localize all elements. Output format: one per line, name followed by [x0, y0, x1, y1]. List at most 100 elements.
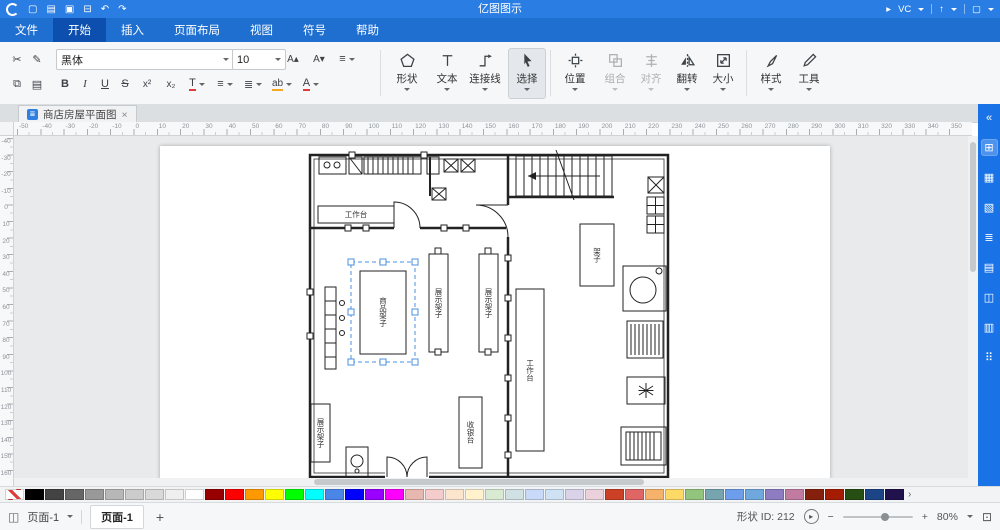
- tools-button[interactable]: 工具: [790, 48, 828, 99]
- palette-scroll-arrow[interactable]: ›: [908, 489, 911, 500]
- color-swatch[interactable]: [745, 489, 764, 500]
- chevron-down-icon[interactable]: [67, 515, 73, 518]
- menu-insert[interactable]: 插入: [106, 18, 159, 42]
- color-swatch[interactable]: [245, 489, 264, 500]
- image-panel-icon[interactable]: ▧: [981, 199, 998, 216]
- paste-icon[interactable]: ⧉: [8, 75, 26, 93]
- superscript-button[interactable]: x²: [138, 75, 156, 93]
- share-icon[interactable]: ▸: [886, 4, 891, 15]
- group-button[interactable]: 组合: [596, 48, 634, 99]
- sink-unit[interactable]: [319, 157, 346, 174]
- color-swatch[interactable]: [725, 489, 744, 500]
- zoom-level[interactable]: 80%: [937, 511, 958, 523]
- color-swatch[interactable]: [865, 489, 884, 500]
- color-swatch[interactable]: [505, 489, 524, 500]
- color-swatch[interactable]: [825, 489, 844, 500]
- color-swatch[interactable]: [525, 489, 544, 500]
- document-tab[interactable]: ≣ 商店房屋平面图 ×: [18, 105, 137, 123]
- underline-button[interactable]: U: [96, 75, 114, 93]
- zoom-slider-knob[interactable]: [881, 513, 889, 521]
- chevron-down-icon[interactable]: [918, 8, 924, 11]
- radiator[interactable]: [627, 321, 663, 358]
- color-swatch[interactable]: [585, 489, 604, 500]
- color-swatch[interactable]: [125, 489, 144, 500]
- color-swatch[interactable]: [425, 489, 444, 500]
- shapes-panel-icon[interactable]: ▦: [981, 169, 998, 186]
- chart-panel-icon[interactable]: ▥: [981, 319, 998, 336]
- color-swatch[interactable]: [765, 489, 784, 500]
- color-swatch[interactable]: [845, 489, 864, 500]
- zoom-slider[interactable]: [843, 516, 913, 518]
- font-size-select[interactable]: 10: [232, 49, 286, 70]
- upgrade-icon[interactable]: ↑: [939, 4, 944, 15]
- font-color-button[interactable]: A: [302, 75, 320, 93]
- bullet-list-button[interactable]: ≡: [216, 75, 234, 93]
- account-label[interactable]: VC: [898, 4, 911, 15]
- layers-panel-icon[interactable]: ≣: [981, 229, 998, 246]
- highlight-color-button[interactable]: ab: [272, 75, 292, 93]
- color-swatch[interactable]: [45, 489, 64, 500]
- connector-tool-button[interactable]: 连接线: [466, 48, 504, 99]
- menu-symbols[interactable]: 符号: [288, 18, 341, 42]
- color-swatch[interactable]: [565, 489, 584, 500]
- color-swatch[interactable]: [185, 489, 204, 500]
- page-tab[interactable]: 页面-1: [90, 505, 144, 529]
- color-swatch[interactable]: [685, 489, 704, 500]
- menu-page-layout[interactable]: 页面布局: [159, 18, 235, 42]
- color-swatch[interactable]: [385, 489, 404, 500]
- collapse-panel-icon[interactable]: «: [981, 109, 998, 126]
- color-swatch[interactable]: [145, 489, 164, 500]
- select-tool-button[interactable]: 选择: [508, 48, 546, 99]
- cut-icon[interactable]: ✂: [8, 50, 26, 68]
- color-swatch[interactable]: [445, 489, 464, 500]
- vertical-scrollbar[interactable]: [968, 136, 978, 486]
- font-family-select[interactable]: 黑体: [56, 49, 234, 70]
- format-painter-icon[interactable]: ✎: [28, 50, 46, 68]
- chevron-down-icon[interactable]: [967, 515, 973, 518]
- color-swatch[interactable]: [105, 489, 124, 500]
- menu-home[interactable]: 开始: [53, 18, 106, 42]
- color-swatch[interactable]: [305, 489, 324, 500]
- menu-help[interactable]: 帮助: [341, 18, 394, 42]
- close-icon[interactable]: ×: [122, 109, 128, 121]
- color-swatch[interactable]: [85, 489, 104, 500]
- menu-view[interactable]: 视图: [235, 18, 288, 42]
- color-swatch[interactable]: [625, 489, 644, 500]
- shape-tool-button[interactable]: 形状: [388, 48, 426, 99]
- line-spacing-button[interactable]: ≣: [244, 75, 262, 93]
- color-swatch[interactable]: [225, 489, 244, 500]
- text-align-button[interactable]: ≡: [338, 50, 356, 68]
- copy-icon[interactable]: ▤: [28, 75, 46, 93]
- color-swatch[interactable]: [325, 489, 344, 500]
- scrollbar-thumb[interactable]: [970, 142, 976, 272]
- presentation-play-icon[interactable]: ▸: [804, 509, 819, 524]
- color-swatch[interactable]: [805, 489, 824, 500]
- pages-icon[interactable]: ◫: [8, 510, 19, 524]
- color-swatch[interactable]: [65, 489, 84, 500]
- color-swatch[interactable]: [665, 489, 684, 500]
- color-swatch[interactable]: [205, 489, 224, 500]
- page-selector[interactable]: 页面-1: [27, 509, 59, 525]
- align-button[interactable]: 对齐: [632, 48, 670, 99]
- add-page-button[interactable]: +: [152, 509, 168, 525]
- color-swatch[interactable]: [645, 489, 664, 500]
- color-swatch[interactable]: [465, 489, 484, 500]
- bold-button[interactable]: B: [56, 75, 74, 93]
- chevron-down-icon[interactable]: [951, 8, 957, 11]
- increase-font-button[interactable]: A▴: [284, 50, 302, 68]
- washing-machine[interactable]: [623, 266, 666, 311]
- subscript-button[interactable]: x₂: [162, 75, 180, 93]
- color-swatch[interactable]: [605, 489, 624, 500]
- italic-button[interactable]: I: [76, 75, 94, 93]
- style-button[interactable]: 样式: [752, 48, 790, 99]
- size-button[interactable]: 大小: [704, 48, 742, 99]
- symbol-library-icon[interactable]: ⊞: [981, 139, 998, 156]
- color-swatch[interactable]: [365, 489, 384, 500]
- zoom-in-button[interactable]: +: [922, 511, 928, 523]
- color-swatch[interactable]: [5, 489, 24, 500]
- color-swatch[interactable]: [285, 489, 304, 500]
- decrease-font-button[interactable]: A▾: [310, 50, 328, 68]
- zoom-out-button[interactable]: −: [828, 511, 834, 523]
- text-tool-button[interactable]: 文本: [428, 48, 466, 99]
- menu-file[interactable]: 文件: [0, 18, 53, 42]
